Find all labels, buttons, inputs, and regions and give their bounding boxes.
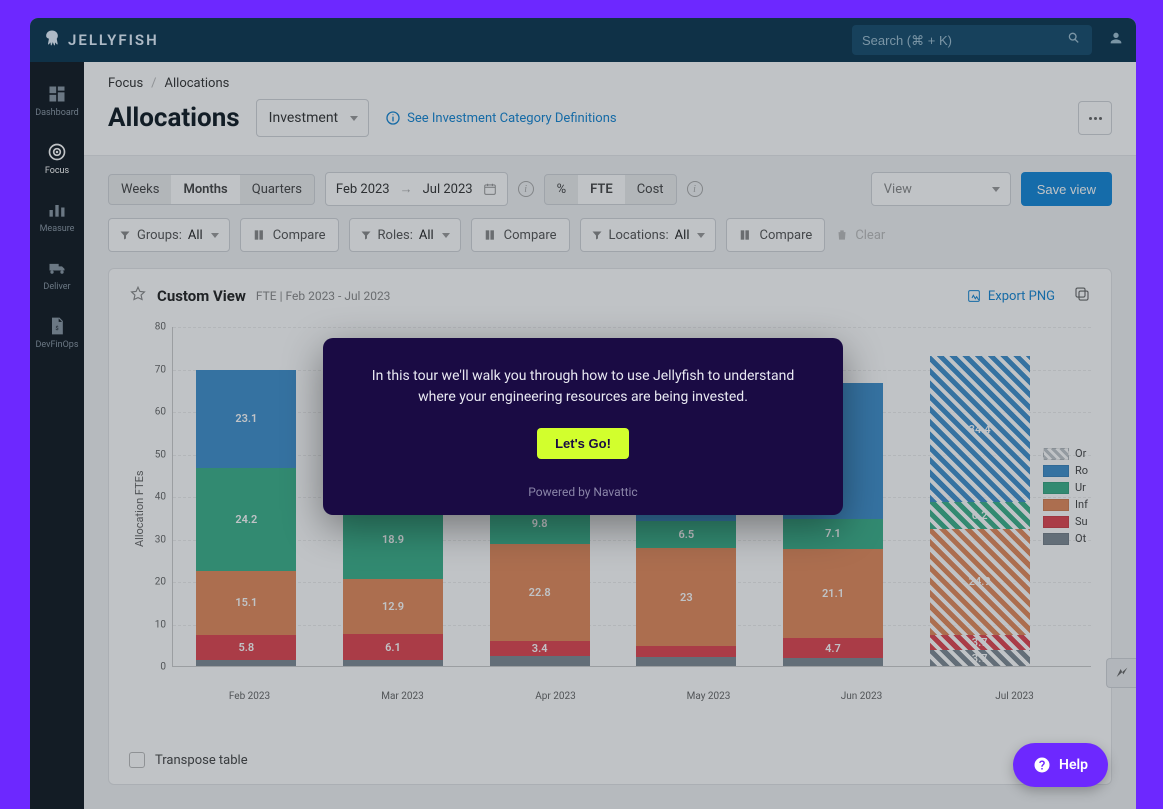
tour-cta-button[interactable]: Let's Go! [537, 428, 629, 459]
tour-overlay: In this tour we'll walk you through how … [30, 18, 1136, 809]
help-label: Help [1059, 757, 1088, 773]
tour-footer: Powered by Navattic [353, 485, 813, 499]
tour-text: In this tour we'll walk you through how … [353, 366, 813, 408]
tour-popup: In this tour we'll walk you through how … [323, 338, 843, 515]
help-button[interactable]: Help [1013, 743, 1108, 787]
